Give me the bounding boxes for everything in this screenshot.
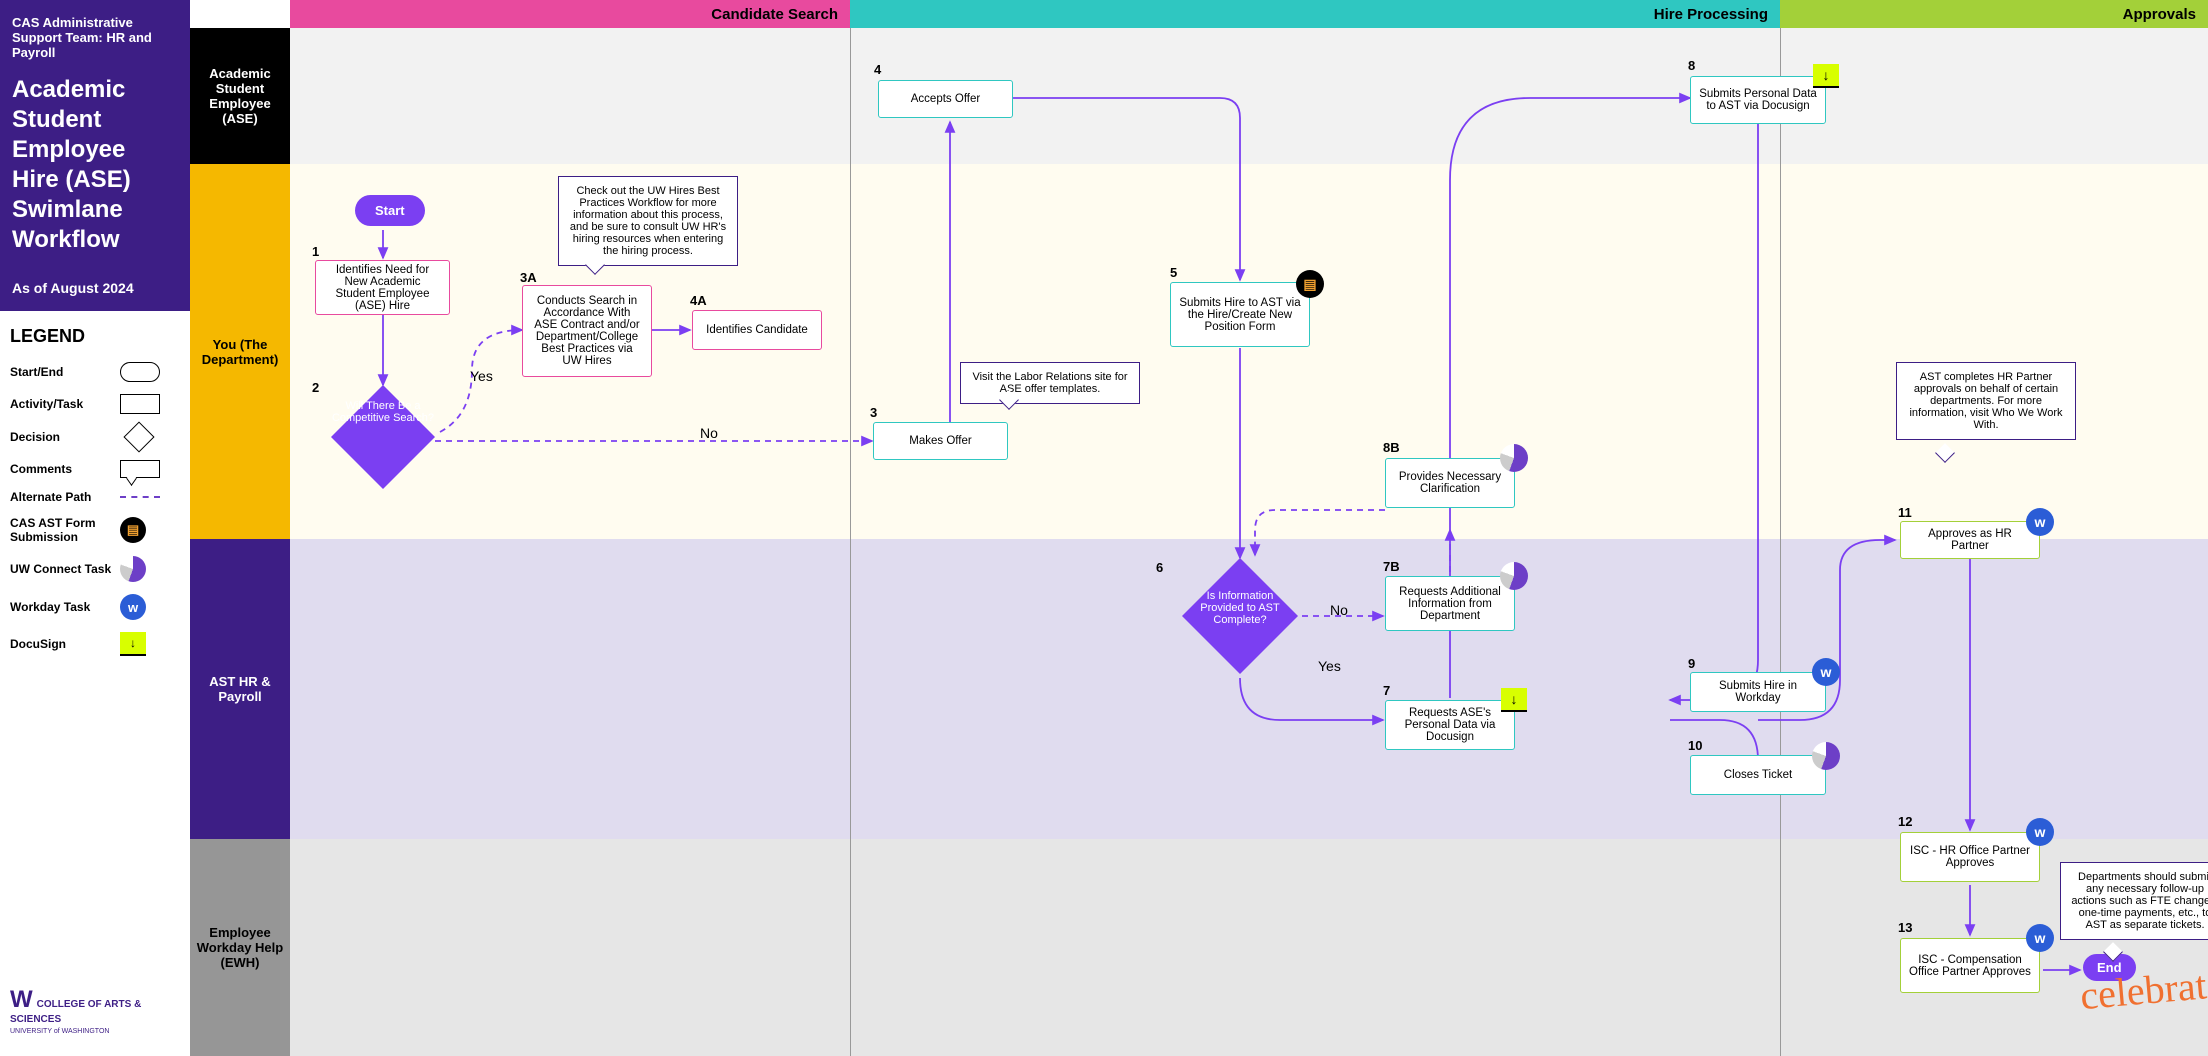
lane-ase: Academic Student Employee (ASE)	[190, 28, 290, 164]
comment-icon	[120, 460, 160, 478]
lane-ewh: Employee Workday Help (EWH)	[190, 839, 290, 1056]
num-4: 4	[874, 62, 881, 77]
node-10: Closes Ticket	[1690, 755, 1826, 795]
workday-icon-13: w	[2026, 924, 2054, 952]
label-no-1: No	[700, 425, 718, 441]
workday-icon-9: w	[1812, 658, 1840, 686]
legend-title: LEGEND	[10, 326, 180, 347]
page: CAS Administrative Support Team: HR and …	[0, 0, 2208, 1056]
node-4: Accepts Offer	[878, 80, 1013, 118]
node-6-text: Is Information Provided to AST Complete?	[1185, 590, 1295, 626]
legend-wd: Workday Task	[10, 600, 120, 614]
workday-icon-12: w	[2026, 818, 2054, 846]
label-yes-2: Yes	[1318, 658, 1341, 674]
lane-headers: Academic Student Employee (ASE) You (The…	[190, 0, 290, 1056]
comment-3: Visit the Labor Relations site for ASE o…	[960, 362, 1140, 404]
docusign-icon: ↓	[120, 632, 146, 656]
form-icon-node5: ▤	[1296, 270, 1324, 298]
uwconnect-icon	[120, 556, 146, 582]
num-3a: 3A	[520, 270, 537, 285]
node-12: ISC - HR Office Partner Approves	[1900, 832, 2040, 882]
comment-11: AST completes HR Partner approvals on be…	[1896, 362, 2076, 440]
lane-dept: You (The Department)	[190, 164, 290, 539]
num-13: 13	[1898, 920, 1912, 935]
uwc-icon-8b	[1500, 444, 1528, 472]
comment-13: Departments should submit any necessary …	[2060, 862, 2208, 940]
node-8b: Provides Necessary Clarification	[1385, 458, 1515, 508]
num-12: 12	[1898, 814, 1912, 829]
workflow-title: Academic Student Employee Hire (ASE) Swi…	[12, 75, 178, 255]
col-candidate-search: Candidate Search	[290, 0, 850, 28]
num-8: 8	[1688, 58, 1695, 73]
uwc-icon-10	[1812, 742, 1840, 770]
num-4a: 4A	[690, 293, 707, 308]
node-7b: Requests Additional Information from Dep…	[1385, 576, 1515, 631]
num-5: 5	[1170, 265, 1177, 280]
col-hire-processing: Hire Processing	[850, 0, 1780, 28]
workday-icon-11: w	[2026, 508, 2054, 536]
legend-uwc: UW Connect Task	[10, 562, 120, 576]
node-13: ISC - Compensation Office Partner Approv…	[1900, 938, 2040, 993]
legend: LEGEND Start/End Activity/Task Decision …	[0, 311, 190, 683]
oval-icon	[120, 362, 160, 382]
node-4a: Identifies Candidate	[692, 310, 822, 350]
num-6: 6	[1156, 560, 1163, 575]
node-5: Submits Hire to AST via the Hire/Create …	[1170, 282, 1310, 347]
legend-form: CAS AST Form Submission	[10, 516, 120, 544]
node-7: Requests ASE's Personal Data via Docusig…	[1385, 700, 1515, 750]
legend-altpath: Alternate Path	[10, 490, 120, 504]
team-name: CAS Administrative Support Team: HR and …	[12, 15, 178, 60]
legend-startend: Start/End	[10, 365, 120, 379]
start-node: Start	[355, 195, 425, 226]
label-no-2: No	[1330, 602, 1348, 618]
col-approvals: Approvals	[1780, 0, 2208, 28]
docusign-icon-7: ↓	[1500, 686, 1528, 714]
node-2-text: Will There Be a Competitive Search?	[330, 400, 436, 424]
legend-ds: DocuSign	[10, 637, 120, 651]
legend-comments: Comments	[10, 462, 120, 476]
rect-icon	[120, 394, 160, 414]
node-11: Approves as HR Partner	[1900, 521, 2040, 559]
footer-logo: WCOLLEGE OF ARTS & SCIENCES UNIVERSITY o…	[10, 986, 190, 1036]
uwc-icon-7b	[1500, 562, 1528, 590]
node-9: Submits Hire in Workday	[1690, 672, 1826, 712]
num-8b: 8B	[1383, 440, 1400, 455]
num-10: 10	[1688, 738, 1702, 753]
title-block: CAS Administrative Support Team: HR and …	[0, 0, 190, 311]
num-11: 11	[1898, 505, 1912, 520]
num-7b: 7B	[1383, 559, 1400, 574]
node-8: Submits Personal Data to AST via Docusig…	[1690, 76, 1826, 124]
num-7: 7	[1383, 683, 1390, 698]
num-3: 3	[870, 405, 877, 420]
num-2: 2	[312, 380, 319, 395]
node-3a: Conducts Search in Accordance With ASE C…	[522, 285, 652, 377]
label-yes-1: Yes	[470, 368, 493, 384]
dash-icon	[120, 496, 160, 498]
num-1: 1	[312, 244, 319, 259]
legend-activity: Activity/Task	[10, 397, 120, 411]
canvas: Candidate Search Hire Processing Approva…	[290, 0, 2208, 1056]
legend-decision: Decision	[10, 430, 120, 444]
form-icon: ▤	[120, 517, 146, 543]
node-1: Identifies Need for New Academic Student…	[315, 260, 450, 315]
asof-date: As of August 2024	[12, 280, 178, 296]
lane-ast: AST HR & Payroll	[190, 539, 290, 839]
workday-icon: w	[120, 594, 146, 620]
diamond-icon	[123, 421, 154, 452]
node-3: Makes Offer	[873, 422, 1008, 460]
num-9: 9	[1688, 656, 1695, 671]
sidebar: CAS Administrative Support Team: HR and …	[0, 0, 190, 1056]
comment-3a: Check out the UW Hires Best Practices Wo…	[558, 176, 738, 266]
docusign-icon-8: ↓	[1812, 62, 1840, 90]
